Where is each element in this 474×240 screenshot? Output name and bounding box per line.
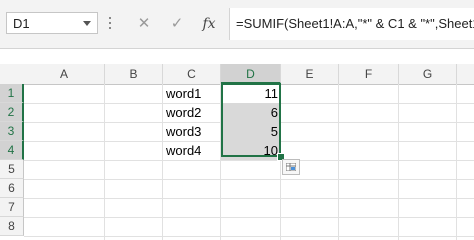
cell-c3[interactable]: word3 [163,122,221,141]
row-header-7[interactable]: 7 [0,198,24,217]
cell-c2[interactable]: word2 [163,103,221,122]
row-header-6[interactable]: 6 [0,179,24,198]
row-header-1[interactable]: 1 [0,84,24,103]
cell-c4[interactable]: word4 [163,141,221,160]
grid-line [24,198,474,199]
row-header-8[interactable]: 8 [0,217,24,236]
selection-border [221,83,281,157]
cell-c1[interactable]: word1 [163,84,221,103]
quick-analysis-icon [286,163,296,171]
grid-line [398,84,399,240]
grid-line [338,84,339,240]
grid-line [24,179,474,180]
quick-analysis-button[interactable] [282,159,300,175]
row-header-2[interactable]: 2 [0,103,24,122]
grid-line [24,160,474,161]
row-header-5[interactable]: 5 [0,160,24,179]
grid-line [24,236,474,237]
grid-line [456,84,457,240]
row-header-3[interactable]: 3 [0,122,24,141]
grid-line [24,217,474,218]
row-header-4[interactable]: 4 [0,141,24,160]
grid-line [104,84,105,240]
